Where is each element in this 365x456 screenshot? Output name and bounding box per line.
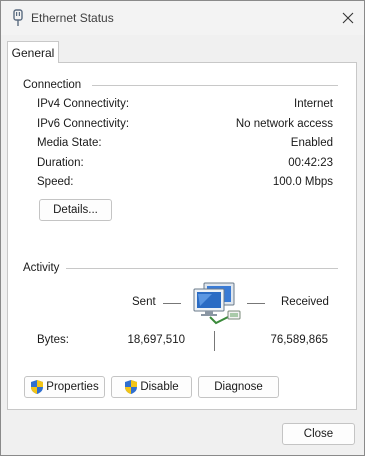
tab-general-label: General <box>11 45 55 60</box>
received-line <box>247 303 265 304</box>
activity-separator <box>214 331 215 351</box>
ipv4-label: IPv4 Connectivity: <box>37 98 130 110</box>
ipv6-value: No network access <box>235 118 333 130</box>
close-icon[interactable] <box>333 6 363 30</box>
tab-general[interactable]: General <box>7 41 59 63</box>
activity-divider <box>66 268 338 269</box>
properties-button[interactable]: Properties <box>24 376 105 398</box>
received-label: Received <box>281 296 329 308</box>
diagnose-button[interactable]: Diagnose <box>198 376 279 398</box>
uac-shield-icon <box>125 380 138 394</box>
bytes-received-value: 76,589,865 <box>270 334 328 346</box>
disable-button[interactable]: Disable <box>111 376 192 398</box>
speed-value: 100.0 Mbps <box>272 176 333 188</box>
activity-group-label: Activity <box>23 262 64 274</box>
window-title: Ethernet Status <box>31 11 114 25</box>
ipv6-label: IPv6 Connectivity: <box>37 118 130 130</box>
media-state-label: Media State: <box>37 137 102 149</box>
duration-label: Duration: <box>37 157 84 169</box>
title-bar: Ethernet Status <box>1 1 364 35</box>
media-state-value: Enabled <box>290 137 333 149</box>
diagnose-button-label: Diagnose <box>214 381 263 393</box>
ethernet-status-dialog: Ethernet Status General Connection IPv4 … <box>0 0 365 456</box>
uac-shield-icon <box>31 380 44 394</box>
bytes-label: Bytes: <box>37 334 69 346</box>
network-computers-icon <box>193 282 241 325</box>
close-button[interactable]: Close <box>282 423 355 445</box>
ethernet-icon <box>13 9 23 26</box>
sent-label: Sent <box>132 296 156 308</box>
details-button-label: Details... <box>53 204 98 216</box>
disable-button-label: Disable <box>140 381 179 393</box>
connection-divider <box>92 85 338 86</box>
properties-button-label: Properties <box>46 381 99 393</box>
dialog-footer: Close <box>1 411 364 455</box>
general-panel: Connection IPv4 Connectivity: Internet I… <box>7 62 357 410</box>
connection-group-label: Connection <box>23 79 86 91</box>
ipv4-value: Internet <box>294 98 333 110</box>
speed-label: Speed: <box>37 176 74 188</box>
duration-value: 00:42:23 <box>288 157 333 169</box>
close-button-label: Close <box>303 428 334 440</box>
sent-line <box>163 303 181 304</box>
details-button[interactable]: Details... <box>39 199 112 221</box>
bytes-sent-value: 18,697,510 <box>127 334 185 346</box>
